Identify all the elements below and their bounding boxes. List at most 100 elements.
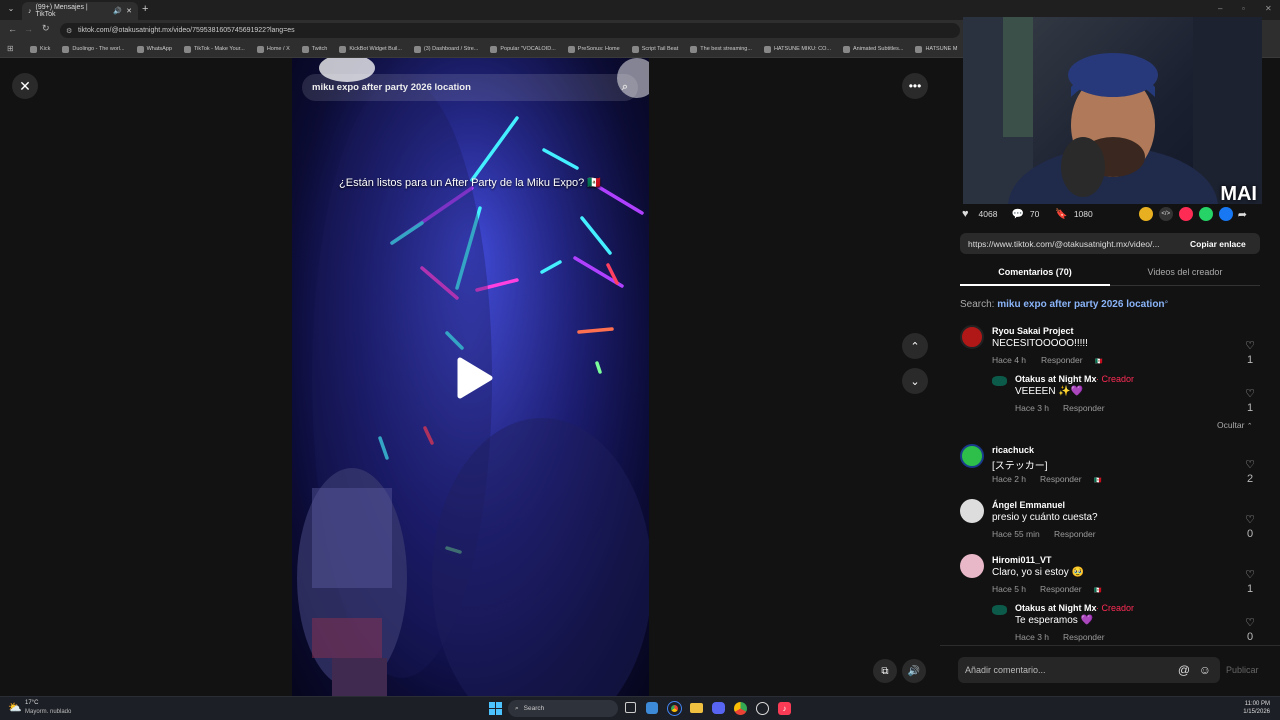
- volume-button[interactable]: 🔊: [902, 659, 926, 683]
- bookmark-label: WhatsApp: [146, 46, 172, 52]
- close-tab-icon[interactable]: ✕: [126, 7, 132, 15]
- bookmark-item[interactable]: PreSonus: Home: [564, 45, 624, 53]
- bookmark-label: Duolingo - The worl...: [72, 46, 125, 52]
- bookmark-item[interactable]: Script Tail Beat: [628, 45, 683, 53]
- search-icon[interactable]: ⌕: [622, 81, 628, 94]
- bookmark-label: KickBot Widget Buil...: [349, 46, 402, 52]
- start-button[interactable]: [489, 702, 502, 715]
- new-tab-button[interactable]: +: [142, 3, 148, 15]
- clock-time[interactable]: 11:00 PM: [1234, 701, 1270, 707]
- send-icon[interactable]: [1178, 207, 1193, 221]
- previous-video-button[interactable]: ⌃: [902, 333, 928, 359]
- video-search-bar[interactable]: miku expo after party 2026 location ⌕: [302, 74, 638, 101]
- bookmark-favicon-icon: [30, 45, 37, 53]
- bookmark-favicon-icon: [690, 45, 698, 53]
- like-count: 4068: [978, 209, 998, 219]
- tab-comments-label: Comentarios (70): [998, 267, 1072, 277]
- bookmark-label: HATSUNE M: [925, 46, 958, 52]
- embed-icon[interactable]: </>: [1158, 207, 1173, 221]
- browser-tab[interactable]: ♪ (99+) Mensajes | TikTok 🔊 ✕: [22, 2, 138, 20]
- link-field: https://www.tiktok.com/@otakusatnight.mx…: [960, 233, 1260, 254]
- tab-comments[interactable]: Comentarios (70): [960, 264, 1110, 286]
- tab-creator-videos-label: Videos del creador: [1147, 267, 1223, 277]
- bookmark-item[interactable]: Kick: [26, 45, 54, 53]
- back-icon[interactable]: ←: [8, 24, 17, 34]
- forward-icon[interactable]: →: [24, 24, 33, 34]
- comment-icon[interactable]: 💬: [1011, 209, 1023, 220]
- bookmark-favicon-icon: [567, 45, 575, 53]
- discord-icon[interactable]: [712, 702, 725, 714]
- bookmark-favicon-icon: [631, 45, 639, 53]
- bookmark-favicon-icon: [843, 45, 850, 53]
- tab-creator-videos[interactable]: Videos del creador: [1110, 264, 1260, 286]
- bookmark-item[interactable]: (3) Dashboard / Stre...: [410, 45, 482, 53]
- bookmark-item[interactable]: Animated Subtitles...: [839, 45, 907, 53]
- apps-icon[interactable]: ⊞: [7, 45, 15, 53]
- bookmark-label: (3) Dashboard / Stre...: [423, 46, 479, 52]
- video-link[interactable]: https://www.tiktok.com/@otakusatnight.mx…: [960, 239, 1182, 249]
- coin-icon[interactable]: [1138, 207, 1153, 221]
- save-count: 1080: [1073, 209, 1093, 219]
- bookmark-label: HATSUNE MIKU: CO...: [773, 46, 831, 52]
- reload-icon[interactable]: ↻: [42, 23, 50, 34]
- chatgpt-icon[interactable]: [756, 702, 769, 715]
- bookmark-favicon-icon: [301, 45, 309, 53]
- search-prefix: Search:: [960, 299, 995, 310]
- chrome-icon[interactable]: [667, 701, 682, 716]
- minimize-button[interactable]: –: [1218, 4, 1222, 13]
- search-query-link[interactable]: miku expo after party 2026 location: [997, 299, 1164, 310]
- share-icon[interactable]: ➦: [1238, 208, 1247, 221]
- bookmark-item[interactable]: Popular "VOCALOID...: [486, 45, 559, 53]
- search-suggestion[interactable]: Search: miku expo after party 2026 locat…: [960, 299, 1168, 310]
- comment-placeholder: Añadir comentario...: [965, 665, 1046, 675]
- bookmark-label: Animated Subtitles...: [853, 46, 904, 52]
- mini-player-button[interactable]: ⧉: [873, 659, 897, 683]
- music-icon[interactable]: ♪: [778, 702, 791, 715]
- taskbar-search[interactable]: ⌕ Search: [508, 700, 618, 717]
- url-field[interactable]: ⚙ tiktok.com/@otakusatnight.mx/video/759…: [60, 23, 960, 38]
- bookmark-item[interactable]: Home / X: [253, 45, 294, 53]
- chrome-alt-icon[interactable]: [734, 702, 747, 715]
- stats-row: ♥ 4068 💬 70 🔖 1080 </> ➦: [962, 206, 1262, 222]
- bookmark-favicon-icon: [136, 45, 144, 53]
- search-icon: ⌕: [515, 704, 519, 712]
- compose-divider: [940, 645, 1280, 646]
- tab-list-button[interactable]: ⌄: [5, 4, 17, 16]
- maximize-button[interactable]: ▫: [1242, 4, 1245, 13]
- bookmark-item[interactable]: Twitch: [298, 45, 332, 53]
- next-video-button[interactable]: ⌄: [902, 368, 928, 394]
- publish-button[interactable]: Publicar: [1226, 665, 1259, 675]
- task-view-icon[interactable]: [625, 702, 636, 713]
- bookmark-item[interactable]: KickBot Widget Buil...: [335, 45, 406, 53]
- close-video-button[interactable]: ✕: [12, 73, 38, 99]
- bookmark-favicon-icon: [183, 45, 191, 53]
- weather-icon[interactable]: ⛅: [8, 701, 22, 714]
- bookmark-item[interactable]: WhatsApp: [133, 45, 176, 53]
- site-info-icon[interactable]: ⚙: [66, 27, 72, 35]
- heart-icon[interactable]: ♥: [962, 208, 969, 220]
- file-explorer-icon[interactable]: [690, 703, 703, 713]
- window-close-button[interactable]: ✕: [1265, 4, 1272, 13]
- taskbar-search-label: Search: [523, 705, 545, 712]
- widgets-icon[interactable]: [646, 702, 658, 714]
- search-small-icon: ⌕: [1164, 299, 1169, 306]
- mention-icon[interactable]: @: [1178, 663, 1190, 677]
- clock-date[interactable]: 1/15/2026: [1234, 709, 1270, 715]
- bookmark-item[interactable]: TikTok - Make Your...: [180, 45, 249, 53]
- bookmark-label: Script Tail Beat: [641, 46, 679, 52]
- play-icon[interactable]: [452, 356, 496, 400]
- bookmark-favicon-icon: [256, 45, 264, 53]
- bookmark-item[interactable]: HATSUNE MIKU: CO...: [760, 45, 835, 53]
- bookmark-item[interactable]: Duolingo - The worl...: [58, 45, 128, 53]
- bookmark-item[interactable]: The best streaming...: [686, 45, 756, 53]
- whatsapp-icon[interactable]: [1198, 207, 1213, 221]
- bookmark-item[interactable]: HATSUNE M: [911, 45, 961, 53]
- copy-link-button[interactable]: Copiar enlace: [1182, 239, 1246, 249]
- bookmark-label: Popular "VOCALOID...: [500, 46, 556, 52]
- bookmark-favicon-icon: [62, 45, 70, 53]
- more-options-button[interactable]: •••: [902, 73, 928, 99]
- bookmark-icon[interactable]: 🔖: [1055, 209, 1067, 220]
- facebook-icon[interactable]: [1218, 207, 1233, 221]
- comment-input[interactable]: Añadir comentario... @ ☺: [958, 657, 1220, 683]
- emoji-icon[interactable]: ☺: [1199, 663, 1211, 677]
